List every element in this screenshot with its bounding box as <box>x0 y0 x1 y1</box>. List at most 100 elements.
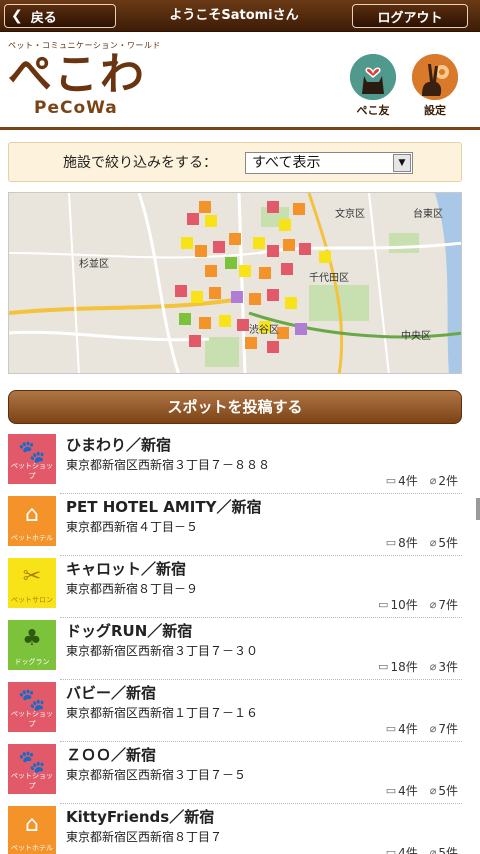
chevron-left-icon: ❮ <box>11 8 23 24</box>
paperclip-icon: ⌀ <box>429 784 437 797</box>
clip-count: ⌀ 7件 <box>429 598 458 612</box>
friends-button[interactable] <box>350 54 396 100</box>
list-item[interactable]: 🐾 ペットショップ ＺＯＯ／新宿 東京都新宿区西新宿３丁目７－５ ▭ 4件 ⌀ 5件 <box>0 742 480 804</box>
spot-meta: ▭ 4件 ⌀ 5件 <box>374 782 458 799</box>
list-item[interactable]: ♣ ドッグラン ドッグRUN／新宿 東京都新宿区西新宿３丁目７－３０ ▭ 18件 … <box>0 618 480 680</box>
map-label-chiyoda: 千代田区 <box>309 272 349 284</box>
pet-shop-thumbnail: 🐾 ペットショップ <box>8 744 56 794</box>
spot-address: 東京都新宿区西新宿８丁目７ <box>66 830 223 844</box>
clip-count: ⌀ 7件 <box>429 722 458 736</box>
spot-meta: ▭ 4件 ⌀ 5件 <box>374 844 458 854</box>
pet-hotel-thumbnail: ⌂ ペットホテル <box>8 806 56 854</box>
comment-count: ▭ 10件 <box>378 598 418 612</box>
spot-address: 東京都西新宿８丁目－９ <box>66 582 199 596</box>
scissors-icon: ✂ <box>22 564 42 589</box>
dropdown-arrow-icon: ▼ <box>393 154 411 172</box>
header: ペット・コミュニケーション・ワールド ぺこわ PeCoWa ぺこ友 設定 <box>0 32 480 130</box>
pet-salon-thumbnail: ✂ ペットサロン <box>8 558 56 608</box>
house-icon: ⌂ <box>25 502 39 527</box>
clip-count: ⌀ 5件 <box>429 536 458 550</box>
pet-hotel-thumbnail: ⌂ ペットホテル <box>8 496 56 546</box>
comment-icon: ▭ <box>385 474 397 487</box>
settings-button[interactable] <box>412 54 458 100</box>
logout-button[interactable]: ログアウト <box>352 4 468 28</box>
paperclip-icon: ⌀ <box>429 846 437 854</box>
scrollbar[interactable] <box>476 498 480 520</box>
spot-name[interactable]: ＺＯＯ／新宿 <box>66 744 156 765</box>
back-button-label: 戻る <box>30 10 57 26</box>
rabbit-gear-icon <box>412 54 458 100</box>
spot-name[interactable]: ひまわり／新宿 <box>66 434 171 455</box>
comment-count: ▭ 4件 <box>386 844 418 854</box>
clip-count: ⌀ 2件 <box>429 474 458 488</box>
spot-name[interactable]: PET HOTEL AMITY／新宿 <box>66 496 261 517</box>
map-label-bunkyo: 文京区 <box>335 207 365 220</box>
clip-count: ⌀ 5件 <box>429 784 458 798</box>
paperclip-icon: ⌀ <box>429 536 437 549</box>
category-label: ペットショップ <box>11 710 53 728</box>
spot-address: 東京都新宿区西新宿１丁目７－１６ <box>66 706 259 720</box>
friends-label: ぺこ友 <box>356 104 390 117</box>
spot-address: 東京都西新宿４丁目－５ <box>66 520 199 534</box>
house-icon: ⌂ <box>25 812 39 837</box>
welcome-text: ようこそSatomiさん <box>169 8 299 23</box>
category-label: ドッグラン <box>14 658 50 666</box>
spot-address: 東京都新宿区西新宿３丁目７－８８８ <box>66 458 271 472</box>
comment-icon: ▭ <box>385 722 397 735</box>
map-label-shibuya: 渋谷区 <box>249 323 279 336</box>
paperclip-icon: ⌀ <box>429 598 437 611</box>
filter-label: 施設で絞り込みをする： <box>63 155 217 171</box>
map-canvas[interactable]: 文京区 台東区 杉並区 千代田区 中央区 渋谷区 <box>9 193 462 374</box>
logo[interactable]: ぺこわ <box>8 50 146 100</box>
list-item[interactable]: ⌂ ペットホテル KittyFriends／新宿 東京都新宿区西新宿８丁目７ ▭… <box>0 804 480 854</box>
comment-icon: ▭ <box>385 536 397 549</box>
spot-address: 東京都新宿区西新宿３丁目７－３０ <box>66 644 259 658</box>
map-label-taito: 台東区 <box>413 207 443 220</box>
facility-select-value: すべて表示 <box>252 155 321 171</box>
spot-meta: ▭ 4件 ⌀ 7件 <box>374 720 458 737</box>
spot-name[interactable]: ドッグRUN／新宿 <box>66 620 192 641</box>
spot-address: 東京都新宿区西新宿３丁目７－５ <box>66 768 247 782</box>
comment-icon: ▭ <box>385 784 397 797</box>
category-label: ペットサロン <box>11 596 53 604</box>
spot-meta: ▭ 10件 ⌀ 7件 <box>366 596 458 613</box>
spot-name[interactable]: バビー／新宿 <box>66 682 156 703</box>
map[interactable]: 文京区 台東区 杉並区 千代田区 中央区 渋谷区 <box>8 192 462 374</box>
list-item[interactable]: 🐾 ペットショップ ひまわり／新宿 東京都新宿区西新宿３丁目７－８８８ ▭ 4件 … <box>0 432 480 494</box>
clip-count: ⌀ 3件 <box>429 660 458 674</box>
dog-run-thumbnail: ♣ ドッグラン <box>8 620 56 670</box>
category-label: ペットショップ <box>11 462 53 480</box>
comment-count: ▭ 8件 <box>385 536 418 550</box>
comment-count: ▭ 4件 <box>385 722 418 736</box>
facility-filter: 施設で絞り込みをする： すべて表示 ▼ <box>8 142 462 182</box>
back-button[interactable]: ❮ 戻る <box>4 4 116 28</box>
category-label: ペットショップ <box>11 772 53 790</box>
logo-subtitle: PeCoWa <box>34 98 118 118</box>
map-label-chuo: 中央区 <box>401 329 431 342</box>
comment-icon: ▭ <box>378 598 389 611</box>
pet-shop-thumbnail: 🐾 ペットショップ <box>8 434 56 484</box>
spot-meta: ▭ 18件 ⌀ 3件 <box>366 658 458 675</box>
comment-icon: ▭ <box>385 846 397 854</box>
post-spot-button[interactable]: スポットを投稿する <box>8 390 462 424</box>
pet-shop-thumbnail: 🐾 ペットショップ <box>8 682 56 732</box>
spot-name[interactable]: キャロット／新宿 <box>66 558 186 579</box>
clip-count: ⌀ 5件 <box>430 844 458 854</box>
comment-count: ▭ 18件 <box>378 660 418 674</box>
tree-icon: ♣ <box>22 626 42 651</box>
list-item[interactable]: ✂ ペットサロン キャロット／新宿 東京都西新宿８丁目－９ ▭ 10件 ⌀ 7件 <box>0 556 480 618</box>
spot-name[interactable]: KittyFriends／新宿 <box>66 806 214 827</box>
map-label-suginami: 杉並区 <box>79 257 109 270</box>
cat-heart-icon <box>350 54 396 100</box>
comment-icon: ▭ <box>378 660 389 673</box>
comment-count: ▭ 4件 <box>385 474 418 488</box>
category-label: ペットホテル <box>11 844 53 852</box>
list-item[interactable]: 🐾 ペットショップ バビー／新宿 東京都新宿区西新宿１丁目７－１６ ▭ 4件 ⌀ 7… <box>0 680 480 742</box>
paperclip-icon: ⌀ <box>429 722 437 735</box>
facility-select[interactable]: すべて表示 ▼ <box>245 152 413 174</box>
list-item[interactable]: ⌂ ペットホテル PET HOTEL AMITY／新宿 東京都西新宿４丁目－５ … <box>0 494 480 556</box>
comment-count: ▭ 4件 <box>385 784 418 798</box>
spot-meta: ▭ 4件 ⌀ 2件 <box>374 472 458 489</box>
top-bar: ❮ 戻る ようこそSatomiさん ログアウト <box>0 0 480 32</box>
paperclip-icon: ⌀ <box>429 660 437 673</box>
